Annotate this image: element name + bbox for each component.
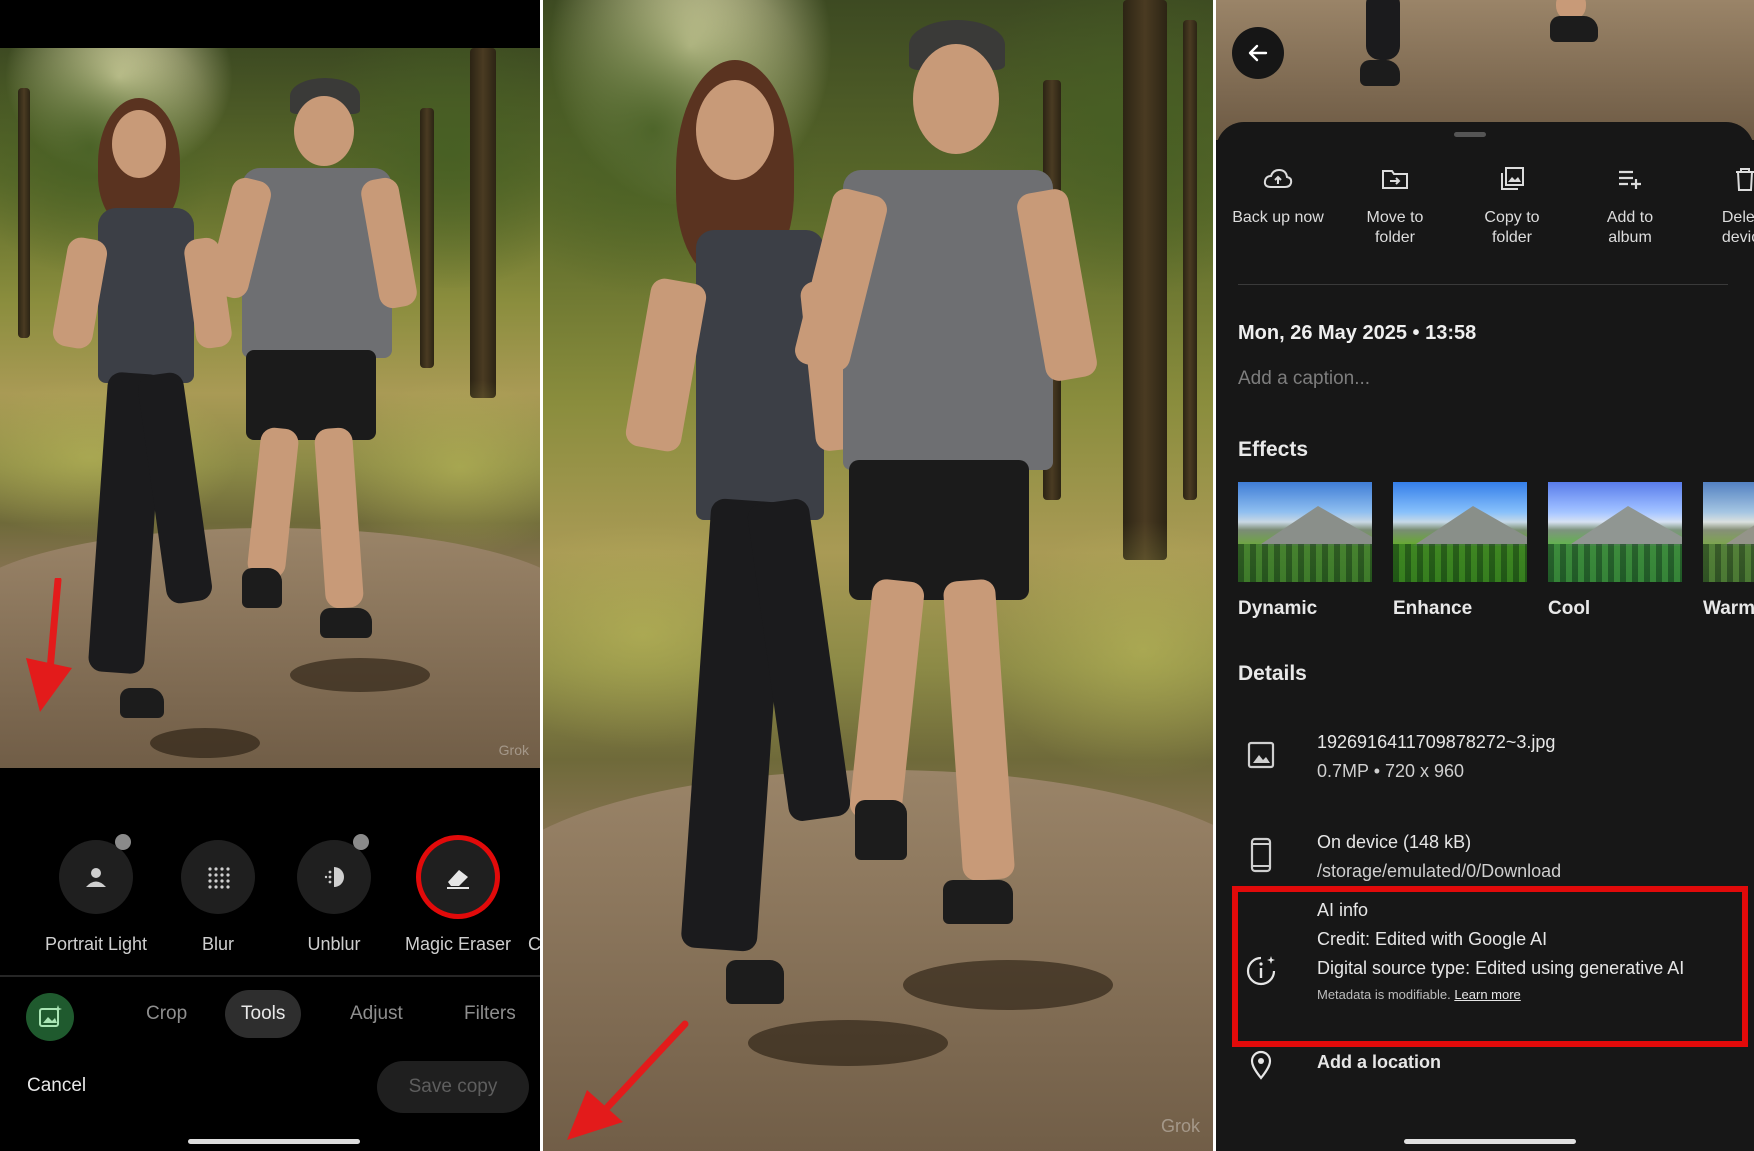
effect-label: Warm	[1703, 598, 1754, 619]
home-indicator	[188, 1139, 360, 1144]
action-label: Move to folder	[1366, 209, 1424, 246]
tool-label: Blur	[201, 934, 234, 954]
move-to-folder-button[interactable]: Move to folder	[1336, 162, 1454, 248]
eraser-icon	[447, 870, 469, 889]
phone-icon	[1238, 832, 1284, 878]
home-indicator	[1404, 1139, 1576, 1144]
add-location-label: Add a location	[1317, 1052, 1442, 1072]
action-label: Back up now	[1232, 209, 1324, 226]
tab-adjust[interactable]: Adjust	[334, 990, 419, 1038]
effect-thumbnail	[1548, 482, 1682, 582]
tab-tools[interactable]: Tools	[225, 990, 302, 1038]
tool-unblur[interactable]: Unblur	[269, 834, 399, 955]
red-arrow-annotation	[26, 578, 72, 712]
copy-to-folder-button[interactable]: Copy to folder	[1453, 162, 1571, 248]
backup-now-button[interactable]: Back up now	[1219, 162, 1337, 228]
file-resolution: 0.7MP • 720 x 960	[1317, 761, 1465, 781]
arrow-back-icon	[1248, 44, 1268, 62]
drag-handle[interactable]	[1454, 132, 1486, 137]
cancel-button[interactable]: Cancel	[27, 1075, 86, 1097]
effect-thumbnail	[1238, 482, 1372, 582]
effect-thumbnail	[1393, 482, 1527, 582]
tab-filters[interactable]: Filters	[448, 990, 532, 1038]
location-pin-icon	[1238, 1042, 1284, 1088]
tool-label: Unblur	[307, 934, 361, 954]
status-bar	[0, 0, 541, 48]
watermark-label: Grok	[1160, 1116, 1200, 1136]
save-copy-button[interactable]: Save copy	[377, 1061, 529, 1113]
back-button[interactable]	[1232, 27, 1284, 79]
new-badge-dot	[115, 834, 131, 850]
move-folder-icon	[1382, 170, 1408, 189]
copy-folder-icon	[1501, 167, 1524, 190]
portrait-light-icon	[86, 868, 106, 887]
divider	[1238, 284, 1728, 285]
file-details: 1926916411709878272~3.jpg 0.7MP • 720 x …	[1317, 732, 1555, 782]
image-icon	[1238, 732, 1284, 778]
effect-warm[interactable]: Warm	[1703, 482, 1754, 620]
action-label: Delete device	[1721, 209, 1754, 246]
watermark-label: Grok	[498, 742, 529, 758]
add-playlist-icon	[1619, 170, 1641, 189]
effect-thumbnail	[1703, 482, 1754, 582]
details-heading: Details	[1238, 662, 1307, 685]
delete-from-device-button[interactable]: Delete device	[1686, 162, 1754, 248]
add-to-album-button[interactable]: Add to album	[1571, 162, 1689, 248]
tool-portrait-light[interactable]: Portrait Light	[31, 834, 161, 955]
delete-icon	[1736, 168, 1754, 191]
effect-label: Dynamic	[1238, 598, 1318, 619]
storage-path: /storage/emulated/0/Download	[1317, 861, 1562, 881]
full-photo: Grok	[543, 0, 1214, 1151]
effect-enhance[interactable]: Enhance	[1393, 482, 1527, 620]
photo-date-time: Mon, 26 May 2025 • 13:58	[1238, 322, 1477, 344]
add-location-row[interactable]: Add a location	[1317, 1052, 1441, 1073]
action-label: Add to album	[1606, 209, 1654, 246]
effects-heading: Effects	[1238, 438, 1309, 461]
effect-dynamic[interactable]: Dynamic	[1238, 482, 1372, 620]
photo-info-panel: Back up now Move to folder Copy to folde…	[1216, 0, 1754, 1151]
caption-input[interactable]: Add a caption...	[1238, 368, 1370, 390]
storage-details: On device (148 kB) /storage/emulated/0/D…	[1317, 832, 1561, 882]
tab-crop[interactable]: Crop	[130, 990, 203, 1038]
full-photo-panel: Grok	[543, 0, 1214, 1151]
effect-label: Enhance	[1393, 598, 1473, 619]
file-name: 1926916411709878272~3.jpg	[1317, 732, 1556, 752]
effect-label: Cool	[1548, 598, 1591, 619]
cloud-upload-icon	[1263, 168, 1293, 188]
tool-blur[interactable]: Blur	[153, 840, 283, 955]
tool-options: Portrait Light Blur Unblur Magic Eraser …	[0, 830, 541, 954]
ai-info-highlight-box	[1232, 886, 1748, 1047]
new-badge-dot	[353, 834, 369, 850]
red-arrow-annotation	[567, 1020, 689, 1140]
photo-editor-panel: Grok Portrait Light Blur Unblur Magic Er…	[0, 0, 541, 1151]
tool-label: Magic Eraser	[404, 934, 512, 954]
effect-cool[interactable]: Cool	[1548, 482, 1682, 620]
editor-tabs: Crop Tools Adjust Filters	[0, 990, 541, 1042]
blur-icon	[208, 867, 230, 889]
action-label: Copy to folder	[1484, 209, 1540, 246]
photo-peek	[1216, 0, 1754, 140]
storage-size: On device (148 kB)	[1317, 832, 1472, 852]
tool-label: Portrait Light	[44, 934, 148, 954]
divider	[0, 975, 541, 977]
tool-magic-eraser[interactable]: Magic Eraser	[393, 840, 523, 955]
unblur-icon	[324, 867, 344, 887]
